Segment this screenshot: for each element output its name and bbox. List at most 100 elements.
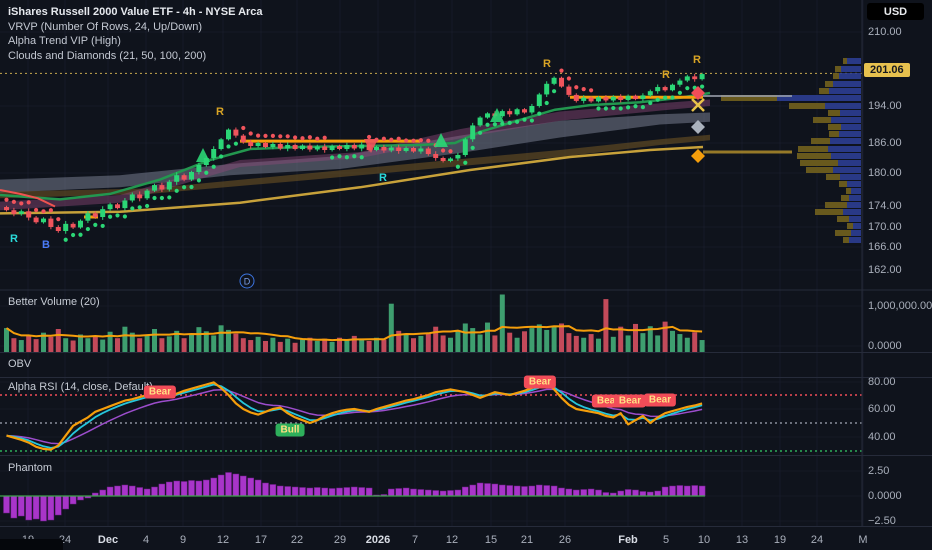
vrvp-row-blue <box>849 216 861 222</box>
candle-body <box>351 145 357 149</box>
candle-body <box>292 145 298 149</box>
pane-label-better-volume[interactable]: Better Volume (20) <box>8 296 100 308</box>
pane-label-phantom[interactable]: Phantom <box>8 462 52 474</box>
phantom-bar <box>358 487 365 497</box>
bull-badge: Bull <box>275 423 305 437</box>
pane-label-alpha-rsi[interactable]: Alpha RSI (14, close, Default) <box>8 381 153 393</box>
volume-bar <box>240 338 246 352</box>
phantom-bar <box>691 485 698 497</box>
volume-bar <box>344 340 350 352</box>
time-axis-label[interactable]: 24 <box>811 534 823 546</box>
diamond-marker <box>691 149 705 163</box>
rsi-axis-label: 60.00 <box>868 403 896 415</box>
trail-dot-down <box>411 138 416 143</box>
time-axis-label[interactable]: 4 <box>143 534 149 546</box>
volume-bar <box>152 329 157 352</box>
vrvp-row-gold <box>846 188 851 194</box>
reversal-letter-r: R <box>10 233 18 245</box>
vrvp-row-blue <box>853 223 861 229</box>
time-axis-label[interactable]: Dec <box>98 534 118 546</box>
trail-dot-down <box>404 138 409 143</box>
phantom-bar <box>595 489 602 497</box>
time-axis-label[interactable]: 2026 <box>366 534 390 546</box>
time-axis-label[interactable]: 5 <box>663 534 669 546</box>
trail-dot-up <box>492 122 497 127</box>
time-axis-label[interactable]: 21 <box>521 534 533 546</box>
symbol-title[interactable]: iShares Russell 2000 Value ETF - 4h - NY… <box>8 5 263 20</box>
vrvp-row-gold <box>789 103 825 109</box>
volume-bar <box>300 339 305 352</box>
volume-bar <box>388 303 394 352</box>
volume-bar <box>63 338 69 352</box>
volume-bar <box>248 340 254 352</box>
phantom-bar <box>25 495 32 521</box>
candle-body <box>440 158 446 161</box>
time-axis-label[interactable]: 26 <box>559 534 571 546</box>
price-axis-label: 166.00 <box>868 241 902 253</box>
trail-dot-up <box>611 105 616 111</box>
volume-bar <box>610 336 616 352</box>
candle-body <box>263 143 268 147</box>
indicator-legend-clouds-diamonds[interactable]: Clouds and Diamonds (21, 50, 100, 200) <box>8 49 263 64</box>
volume-bar <box>692 332 698 352</box>
vrvp-row-blue <box>849 237 861 243</box>
volume-bar <box>381 339 387 352</box>
reversal-letter-r: R <box>662 69 670 81</box>
time-axis-label[interactable]: 7 <box>412 534 418 546</box>
currency-button[interactable]: USD <box>867 3 924 20</box>
pane-label-obv[interactable]: OBV <box>8 358 31 370</box>
trail-dot-up <box>182 185 187 190</box>
trail-dot-up <box>100 223 105 229</box>
trail-dot-down <box>34 207 39 213</box>
rsi-axis-label: 40.00 <box>868 431 896 443</box>
phantom-bar <box>40 495 47 522</box>
time-axis-label[interactable]: 15 <box>485 534 497 546</box>
time-axis-label[interactable]: 29 <box>334 534 346 546</box>
time-axis-label[interactable]: 12 <box>217 534 229 546</box>
phantom-bar <box>491 483 499 497</box>
time-axis-label[interactable]: Feb <box>618 534 638 546</box>
time-axis-label[interactable]: M <box>858 534 867 546</box>
phantom-bar <box>573 489 580 497</box>
dividend-event-icon[interactable]: D <box>239 273 255 289</box>
candle-body <box>448 158 453 161</box>
trail-dot-up <box>78 232 83 237</box>
trail-dot-up <box>515 119 520 124</box>
time-axis-label[interactable]: 10 <box>698 534 710 546</box>
volume-bar <box>551 326 557 352</box>
trail-dot-down <box>574 85 579 90</box>
volume-bar <box>329 341 335 352</box>
trail-dot-down <box>441 148 446 153</box>
indicator-legend-alpha-trend[interactable]: Alpha Trend VIP (High) <box>8 34 263 49</box>
volume-bar <box>270 337 276 352</box>
time-axis-label[interactable]: 19 <box>774 534 786 546</box>
phantom-bar <box>173 480 180 497</box>
trail-dot-up <box>626 105 631 110</box>
candle-body <box>11 210 17 214</box>
trail-dot-up <box>670 95 675 100</box>
trail-dot-up <box>529 118 535 123</box>
vrvp-row-gold <box>825 81 833 87</box>
bottom-left-panel[interactable] <box>0 539 63 550</box>
time-axis-label[interactable]: 17 <box>255 534 267 546</box>
volume-bar <box>507 332 513 352</box>
candle-body <box>248 142 254 146</box>
volume-bar <box>425 332 431 352</box>
time-axis-label[interactable]: 9 <box>180 534 186 546</box>
volume-bar <box>618 326 624 352</box>
trail-dot-up <box>93 222 98 227</box>
trail-dot-up <box>655 97 660 102</box>
time-axis-label[interactable]: 22 <box>291 534 303 546</box>
time-axis-label[interactable]: 13 <box>736 534 748 546</box>
trail-dot-down <box>41 209 46 214</box>
phantom-bar <box>565 488 573 497</box>
phantom-axis-label: 0.0000 <box>868 490 902 502</box>
candle-body <box>78 220 83 228</box>
vrvp-row-blue <box>838 160 861 166</box>
candle-body <box>633 95 638 100</box>
indicator-legend-vrvp[interactable]: VRVP (Number Of Rows, 24, Up/Down) <box>8 20 263 35</box>
vrvp-row-gold <box>841 195 849 201</box>
time-axis-label[interactable]: 12 <box>446 534 458 546</box>
chart-canvas[interactable] <box>0 0 932 550</box>
trail-dot-up <box>152 195 157 201</box>
